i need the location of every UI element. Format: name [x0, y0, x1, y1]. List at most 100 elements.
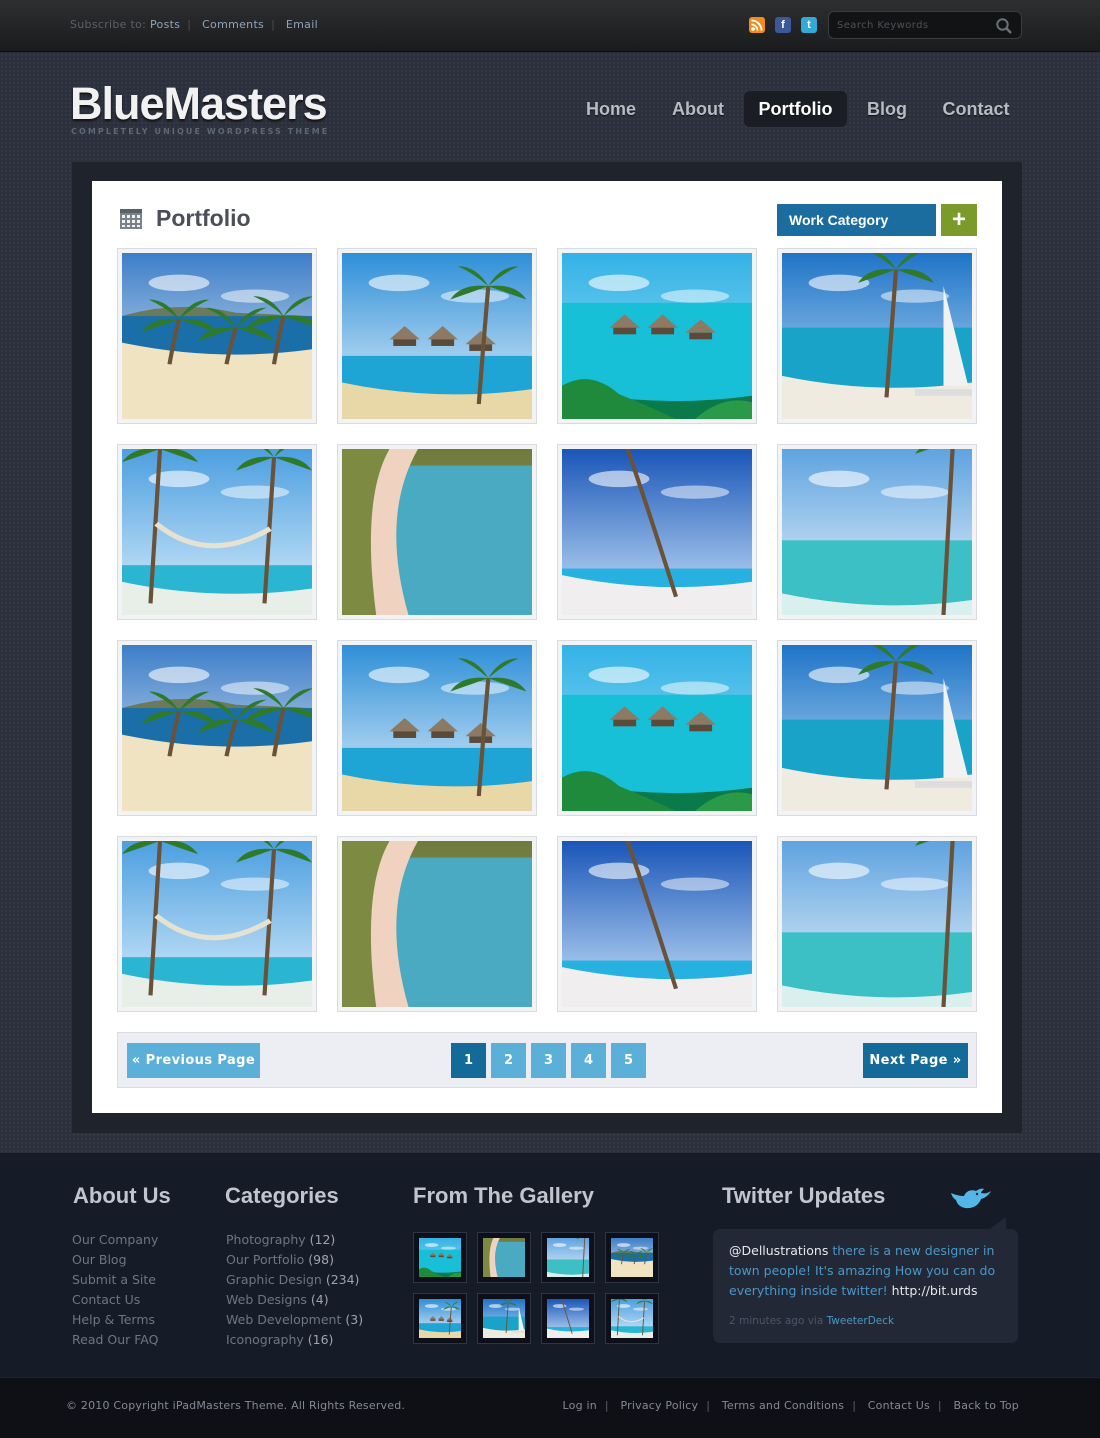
calendar-icon: [120, 209, 142, 229]
gallery-image: [419, 1238, 461, 1277]
search-input[interactable]: [837, 17, 987, 33]
nav-blog[interactable]: Blog: [854, 91, 920, 127]
top-bar: Subscribe to: Posts | Comments | Email f t: [0, 0, 1100, 52]
portfolio-thumbnail[interactable]: [337, 444, 537, 620]
portfolio-image: [122, 645, 312, 811]
category-item[interactable]: Web Designs (4): [226, 1290, 363, 1310]
about-link[interactable]: Help & Terms: [72, 1310, 158, 1330]
portfolio-thumbnail[interactable]: [777, 836, 977, 1012]
portfolio-thumbnail[interactable]: [117, 640, 317, 816]
subscribe-label: Subscribe to:: [70, 18, 147, 31]
portfolio-image: [782, 253, 972, 419]
subscribe-links: Subscribe to: Posts | Comments | Email: [70, 18, 318, 31]
search-box: [828, 11, 1022, 39]
portfolio-thumbnail[interactable]: [777, 444, 977, 620]
gallery-thumbnail[interactable]: [413, 1232, 467, 1283]
portfolio-thumbnail[interactable]: [557, 444, 757, 620]
about-list: Our Company Our Blog Submit a Site Conta…: [72, 1230, 158, 1350]
back-to-top-link[interactable]: Back to Top: [953, 1399, 1019, 1412]
previous-page-button[interactable]: « Previous Page: [127, 1043, 260, 1078]
gallery-thumbnail[interactable]: [541, 1293, 595, 1344]
category-item[interactable]: Photography (12): [226, 1230, 363, 1250]
portfolio-image: [782, 645, 972, 811]
subscribe-comments-link[interactable]: Comments: [202, 18, 264, 31]
pagination: « Previous Page 1 2 3 4 5 Next Page »: [117, 1032, 977, 1088]
gallery-thumbnail[interactable]: [477, 1293, 531, 1344]
category-item[interactable]: Our Portfolio (98): [226, 1250, 363, 1270]
category-item[interactable]: Iconography (16): [226, 1330, 363, 1350]
portfolio-image: [342, 253, 532, 419]
site-logo[interactable]: BlueMasters: [70, 78, 328, 130]
plus-icon[interactable]: +: [941, 204, 977, 236]
copyright: © 2010 Copyright iPadMasters Theme. All …: [66, 1399, 406, 1412]
gallery-image: [547, 1299, 589, 1338]
portfolio-image: [562, 253, 752, 419]
page-4-button[interactable]: 4: [571, 1043, 606, 1078]
portfolio-thumbnail[interactable]: [777, 640, 977, 816]
page-2-button[interactable]: 2: [491, 1043, 526, 1078]
portfolio-thumbnail[interactable]: [117, 248, 317, 424]
bottom-links: Log in | Privacy Policy | Terms and Condit…: [562, 1399, 1019, 1412]
tweet-text: @Dellustrations there is a new designer …: [729, 1243, 996, 1298]
portfolio-thumbnail[interactable]: [117, 836, 317, 1012]
nav-home[interactable]: Home: [571, 91, 651, 127]
portfolio-thumbnail[interactable]: [557, 836, 757, 1012]
next-page-button[interactable]: Next Page »: [863, 1043, 968, 1078]
contact-link[interactable]: Contact Us: [868, 1399, 930, 1412]
work-category-dropdown[interactable]: Work Category: [777, 204, 936, 236]
gallery-image: [611, 1299, 653, 1338]
categories-list: Photography (12) Our Portfolio (98) Grap…: [226, 1230, 363, 1350]
category-item[interactable]: Web Development (3): [226, 1310, 363, 1330]
categories-heading: Categories: [225, 1183, 339, 1208]
subscribe-posts-link[interactable]: Posts: [150, 18, 180, 31]
about-link[interactable]: Read Our FAQ: [72, 1330, 158, 1350]
portfolio-thumbnail[interactable]: [337, 836, 537, 1012]
portfolio-image: [782, 841, 972, 1007]
portfolio-thumbnail[interactable]: [557, 640, 757, 816]
rss-icon[interactable]: [749, 17, 765, 33]
about-link[interactable]: Our Blog: [72, 1250, 158, 1270]
gallery-image: [483, 1299, 525, 1338]
twitter-icon[interactable]: t: [801, 17, 817, 33]
gallery-thumbnail[interactable]: [541, 1232, 595, 1283]
gallery-image: [611, 1238, 653, 1277]
gallery-thumbnail[interactable]: [605, 1293, 659, 1344]
gallery-image: [419, 1299, 461, 1338]
gallery-thumbnail[interactable]: [605, 1232, 659, 1283]
page-3-button[interactable]: 3: [531, 1043, 566, 1078]
category-item[interactable]: Graphic Design (234): [226, 1270, 363, 1290]
portfolio-image: [122, 253, 312, 419]
tweet-source-link[interactable]: TweeterDeck: [827, 1315, 894, 1327]
tweet-user[interactable]: @Dellustrations: [729, 1243, 828, 1258]
about-link[interactable]: Submit a Site: [72, 1270, 158, 1290]
nav-portfolio[interactable]: Portfolio: [744, 91, 847, 127]
portfolio-thumbnail[interactable]: [337, 248, 537, 424]
facebook-icon[interactable]: f: [775, 17, 791, 33]
twitter-heading: Twitter Updates: [722, 1183, 886, 1208]
portfolio-image: [782, 449, 972, 615]
portfolio-thumbnail[interactable]: [557, 248, 757, 424]
terms-link[interactable]: Terms and Conditions: [722, 1399, 844, 1412]
portfolio-image: [562, 645, 752, 811]
portfolio-image: [562, 449, 752, 615]
portfolio-thumbnail[interactable]: [117, 444, 317, 620]
portfolio-thumbnail[interactable]: [777, 248, 977, 424]
tweet-link[interactable]: http://bit.urds: [892, 1283, 978, 1298]
page-title: Portfolio: [156, 205, 251, 231]
portfolio-image: [342, 645, 532, 811]
gallery-thumbnail[interactable]: [413, 1293, 467, 1344]
page-1-button[interactable]: 1: [451, 1043, 486, 1078]
nav-contact[interactable]: Contact: [929, 91, 1023, 127]
about-link[interactable]: Our Company: [72, 1230, 158, 1250]
gallery-thumbnail[interactable]: [477, 1232, 531, 1283]
login-link[interactable]: Log in: [563, 1399, 597, 1412]
about-link[interactable]: Contact Us: [72, 1290, 158, 1310]
search-icon[interactable]: [995, 17, 1013, 35]
portfolio-thumbnail[interactable]: [337, 640, 537, 816]
gallery-image: [547, 1238, 589, 1277]
about-heading: About Us: [73, 1183, 171, 1208]
page-5-button[interactable]: 5: [611, 1043, 646, 1078]
subscribe-email-link[interactable]: Email: [286, 18, 318, 31]
privacy-link[interactable]: Privacy Policy: [621, 1399, 699, 1412]
nav-about[interactable]: About: [659, 91, 737, 127]
